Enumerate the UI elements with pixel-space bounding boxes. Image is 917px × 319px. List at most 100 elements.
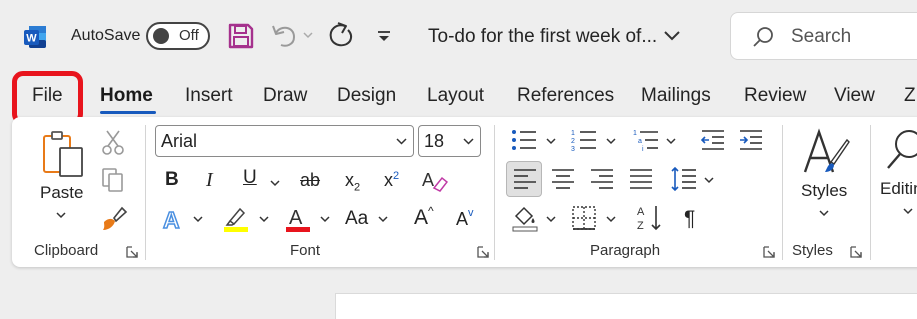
undo-dropdown-icon[interactable]: [302, 30, 314, 40]
styles-button-label[interactable]: Styles: [801, 181, 847, 201]
group-separator: [494, 125, 495, 260]
numbering-icon[interactable]: 1 2 3: [570, 127, 598, 153]
editing-button-label[interactable]: Editing: [880, 179, 917, 199]
superscript-button[interactable]: x2: [384, 170, 399, 191]
superscript-x: x: [384, 170, 393, 190]
word-logo-icon[interactable]: W: [22, 24, 48, 50]
align-center-icon[interactable]: [550, 167, 576, 191]
chevron-down-icon[interactable]: [819, 210, 829, 217]
search-placeholder: Search: [791, 26, 852, 47]
paragraph-group-label: Paragraph: [590, 242, 661, 259]
chevron-down-icon[interactable]: [56, 212, 66, 219]
show-formatting-button[interactable]: ¶: [684, 207, 695, 231]
tab-draw[interactable]: Draw: [263, 85, 307, 107]
shrink-font-button[interactable]: Av: [456, 207, 474, 230]
font-group-label: Font: [290, 242, 321, 259]
text-effects-icon[interactable]: A: [160, 205, 188, 233]
chevron-down-icon[interactable]: [378, 216, 388, 223]
increase-indent-icon[interactable]: [738, 128, 764, 152]
underline-button[interactable]: U: [243, 167, 257, 189]
grow-font-letter: A: [414, 206, 429, 229]
search-box[interactable]: Search: [730, 12, 917, 60]
document-title[interactable]: To-do for the first week of...: [428, 26, 657, 48]
chevron-down-icon[interactable]: [663, 28, 681, 42]
tab-home[interactable]: Home: [100, 85, 153, 107]
line-spacing-icon[interactable]: [670, 165, 698, 193]
chevron-down-icon[interactable]: [396, 138, 407, 145]
group-separator: [145, 125, 146, 260]
sort-icon[interactable]: A Z: [636, 203, 666, 233]
save-icon[interactable]: [227, 22, 255, 50]
subscript-mark: 2: [354, 181, 361, 194]
cut-icon[interactable]: [102, 128, 124, 156]
tab-mailings[interactable]: Mailings: [641, 85, 711, 107]
autosave-toggle[interactable]: Off: [146, 22, 210, 50]
svg-text:i: i: [642, 146, 644, 153]
highlighter-icon[interactable]: [222, 204, 250, 234]
chevron-down-icon[interactable]: [259, 216, 269, 223]
svg-text:2: 2: [571, 138, 575, 145]
font-color-icon[interactable]: A: [284, 204, 312, 234]
chevron-down-icon[interactable]: [546, 216, 556, 223]
customize-quick-access-icon[interactable]: [375, 26, 393, 46]
grow-font-button[interactable]: A^: [414, 204, 434, 230]
tab-design[interactable]: Design: [337, 85, 396, 107]
svg-text:a: a: [638, 138, 642, 145]
tab-insert[interactable]: Insert: [185, 85, 233, 107]
tab-view[interactable]: View: [834, 85, 875, 107]
title-bar: W AutoSave Off To-do for the first week …: [0, 0, 917, 70]
align-right-icon[interactable]: [589, 167, 615, 191]
document-page[interactable]: [335, 293, 917, 319]
decrease-indent-icon[interactable]: [700, 128, 726, 152]
borders-icon[interactable]: [571, 205, 597, 231]
chevron-down-icon[interactable]: [903, 208, 913, 215]
format-painter-icon[interactable]: [100, 204, 128, 232]
chevron-down-icon[interactable]: [606, 138, 616, 145]
tab-z[interactable]: Z: [904, 85, 916, 107]
chevron-down-icon[interactable]: [546, 138, 556, 145]
group-separator: [870, 125, 871, 260]
strikethrough-button[interactable]: ab: [300, 170, 320, 191]
subscript-x: x: [345, 170, 354, 190]
multilevel-list-icon[interactable]: 1 a i: [632, 127, 660, 155]
font-size-value: 18: [424, 131, 445, 151]
dialog-launcher-icon[interactable]: [763, 246, 775, 258]
toggle-state: Off: [179, 27, 199, 44]
subscript-button[interactable]: x2: [345, 170, 360, 194]
caret-up-icon: ^: [428, 204, 434, 218]
svg-text:A: A: [637, 206, 645, 218]
redo-icon[interactable]: [326, 20, 356, 52]
styles-icon[interactable]: [801, 128, 851, 176]
justify-icon[interactable]: [628, 167, 654, 191]
undo-icon[interactable]: [270, 21, 300, 51]
chevron-down-icon[interactable]: [270, 180, 280, 187]
editing-icon[interactable]: [883, 128, 917, 172]
paste-icon[interactable]: [40, 128, 86, 178]
chevron-down-icon[interactable]: [193, 216, 203, 223]
paste-label[interactable]: Paste: [40, 183, 83, 203]
dialog-launcher-icon[interactable]: [477, 246, 489, 258]
dialog-launcher-icon[interactable]: [126, 246, 138, 258]
change-case-button[interactable]: Aa: [345, 208, 368, 230]
chevron-down-icon[interactable]: [320, 216, 330, 223]
font-name-combo[interactable]: Arial: [155, 125, 414, 157]
shading-icon[interactable]: [510, 204, 540, 232]
chevron-down-icon[interactable]: [666, 138, 676, 145]
bullets-icon[interactable]: [510, 127, 538, 153]
chevron-down-icon[interactable]: [704, 177, 714, 184]
chevron-down-icon[interactable]: [463, 138, 474, 145]
font-size-combo[interactable]: 18: [418, 125, 481, 157]
copy-icon[interactable]: [100, 166, 126, 194]
dialog-launcher-icon[interactable]: [850, 246, 862, 258]
align-left-icon[interactable]: [512, 167, 538, 191]
tab-references[interactable]: References: [517, 85, 614, 107]
autosave-label: AutoSave: [71, 27, 141, 44]
tab-review[interactable]: Review: [744, 85, 806, 107]
clear-formatting-icon[interactable]: A: [420, 166, 448, 194]
tab-layout[interactable]: Layout: [427, 85, 484, 107]
styles-group-label: Styles: [792, 242, 833, 259]
svg-text:A: A: [422, 170, 434, 190]
italic-button[interactable]: I: [206, 169, 213, 192]
bold-button[interactable]: B: [165, 169, 179, 191]
chevron-down-icon[interactable]: [606, 216, 616, 223]
